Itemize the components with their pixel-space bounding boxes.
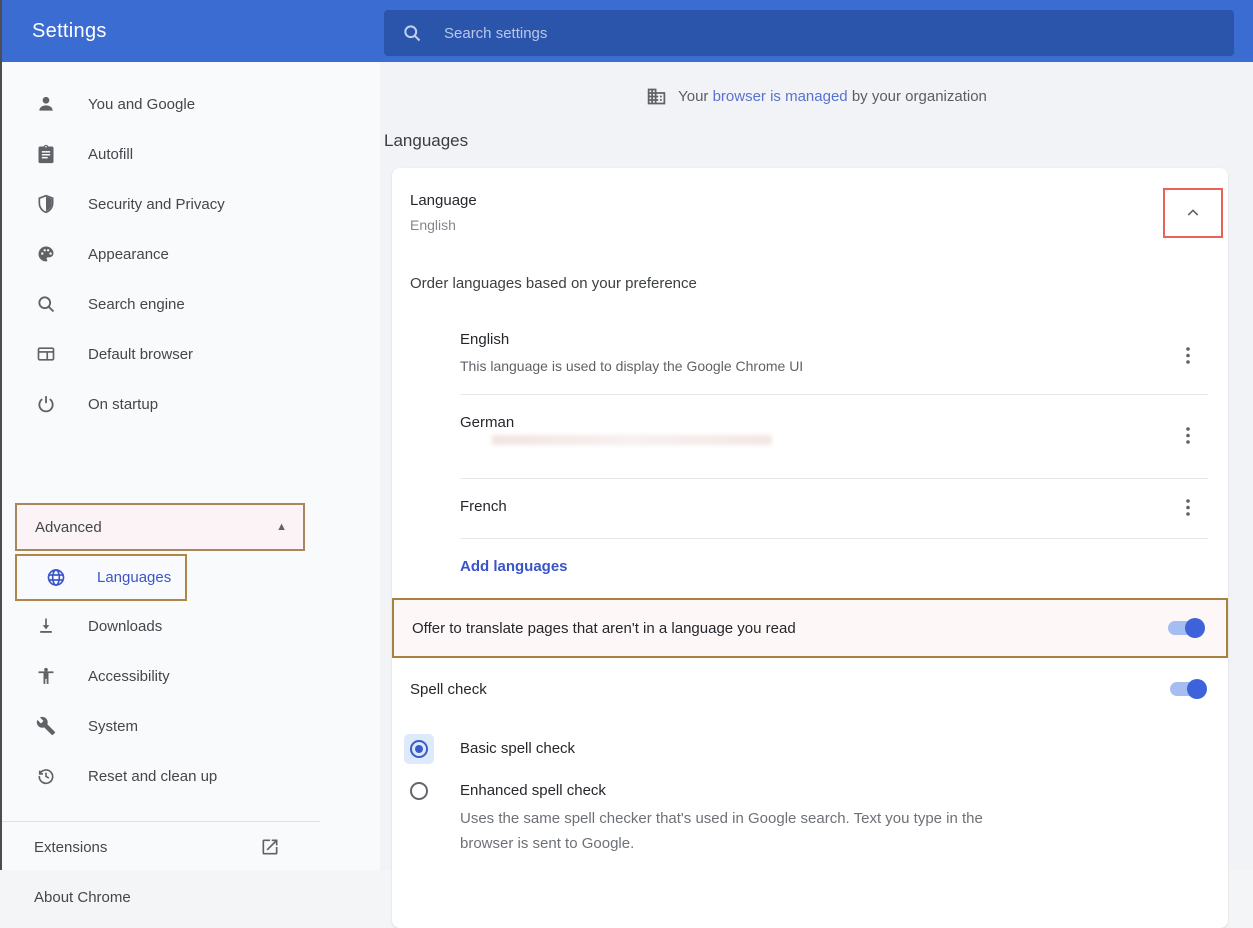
- toggle-thumb: [1187, 679, 1207, 699]
- languages-card: Language English Order languages based o…: [392, 168, 1228, 928]
- page-title: Settings: [32, 20, 107, 43]
- more-actions-icon[interactable]: [1180, 427, 1196, 443]
- palette-icon: [36, 244, 56, 264]
- sidebar-item-accessibility[interactable]: Accessibility: [2, 651, 320, 701]
- chevron-up-icon: [1185, 205, 1201, 221]
- wrench-icon: [36, 716, 56, 736]
- basic-spell-check-radio[interactable]: [410, 740, 428, 758]
- redacted-text-blur: [492, 435, 772, 445]
- annotation-box-collapse: [1163, 188, 1223, 238]
- sidebar-item-appearance[interactable]: Appearance: [2, 229, 320, 279]
- basic-spell-check-label[interactable]: Basic spell check: [460, 740, 575, 757]
- enhanced-spell-check-radio[interactable]: [410, 782, 428, 800]
- sidebar-item-search-engine[interactable]: Search engine: [2, 279, 320, 329]
- settings-sidebar: You and Google Autofill Security and Pri…: [2, 62, 380, 870]
- row-divider: [460, 538, 1208, 539]
- language-accordion-subtitle: English: [410, 217, 456, 233]
- shield-icon: [36, 194, 56, 214]
- language-description: This language is used to display the Goo…: [460, 358, 803, 374]
- annotation-box-translate: Offer to translate pages that aren't in …: [392, 598, 1228, 658]
- autofill-icon: [36, 144, 56, 164]
- sidebar-item-extensions[interactable]: Extensions: [2, 822, 320, 872]
- sidebar-item-about-chrome[interactable]: About Chrome: [2, 872, 320, 922]
- search-input[interactable]: Search settings: [384, 10, 1234, 56]
- browser-window-icon: [36, 344, 56, 364]
- row-divider: [460, 394, 1208, 395]
- sidebar-item-advanced[interactable]: Advanced ▲: [15, 503, 305, 551]
- row-divider: [460, 478, 1208, 479]
- spell-check-label: Spell check: [410, 681, 487, 698]
- sidebar-item-you-and-google[interactable]: You and Google: [2, 79, 320, 129]
- translate-row-label: Offer to translate pages that aren't in …: [412, 620, 796, 637]
- language-name: French: [460, 498, 507, 515]
- power-icon: [36, 394, 56, 414]
- sidebar-item-system[interactable]: System: [2, 701, 320, 751]
- search-placeholder: Search settings: [444, 25, 547, 42]
- history-icon: [36, 766, 56, 786]
- organization-building-icon: [646, 86, 667, 107]
- header-bar: Settings Search settings: [2, 0, 1253, 62]
- section-title: Languages: [384, 131, 468, 151]
- launch-icon: [260, 837, 280, 862]
- add-languages-button[interactable]: Add languages: [460, 558, 568, 575]
- toggle-thumb: [1185, 618, 1205, 638]
- language-name: English: [460, 331, 509, 348]
- sidebar-item-downloads[interactable]: Downloads: [2, 601, 320, 651]
- more-actions-icon[interactable]: [1180, 347, 1196, 363]
- managed-notice: Your browser is managed by your organiza…: [380, 86, 1253, 107]
- download-icon: [36, 616, 56, 636]
- sidebar-item-autofill[interactable]: Autofill: [2, 129, 320, 179]
- sidebar-item-on-startup[interactable]: On startup: [2, 379, 320, 429]
- sidebar-item-default-browser[interactable]: Default browser: [2, 329, 320, 379]
- sidebar-item-languages[interactable]: Languages: [15, 554, 187, 601]
- enhanced-spell-check-description: Uses the same spell checker that's used …: [460, 806, 1028, 856]
- search-icon: [402, 23, 422, 43]
- accessibility-icon: [36, 666, 56, 686]
- sidebar-item-reset-and-clean-up[interactable]: Reset and clean up: [2, 751, 320, 801]
- caret-up-icon: ▲: [276, 521, 287, 533]
- spell-check-toggle[interactable]: [1170, 682, 1204, 696]
- language-name: German: [460, 414, 514, 431]
- more-actions-icon[interactable]: [1180, 499, 1196, 515]
- magnifier-icon: [36, 294, 56, 314]
- translate-toggle[interactable]: [1168, 621, 1202, 635]
- sidebar-item-security-and-privacy[interactable]: Security and Privacy: [2, 179, 320, 229]
- managed-suffix: by your organization: [848, 88, 987, 105]
- collapse-button[interactable]: [1185, 205, 1201, 221]
- managed-link[interactable]: browser is managed: [713, 88, 848, 105]
- person-icon: [36, 94, 56, 114]
- order-languages-label: Order languages based on your preference: [410, 275, 697, 292]
- globe-icon: [46, 568, 66, 588]
- spell-check-row: Spell check: [392, 658, 1228, 720]
- language-accordion-title: Language: [410, 192, 477, 209]
- managed-prefix: Your: [678, 88, 712, 105]
- enhanced-spell-check-label[interactable]: Enhanced spell check: [460, 782, 606, 799]
